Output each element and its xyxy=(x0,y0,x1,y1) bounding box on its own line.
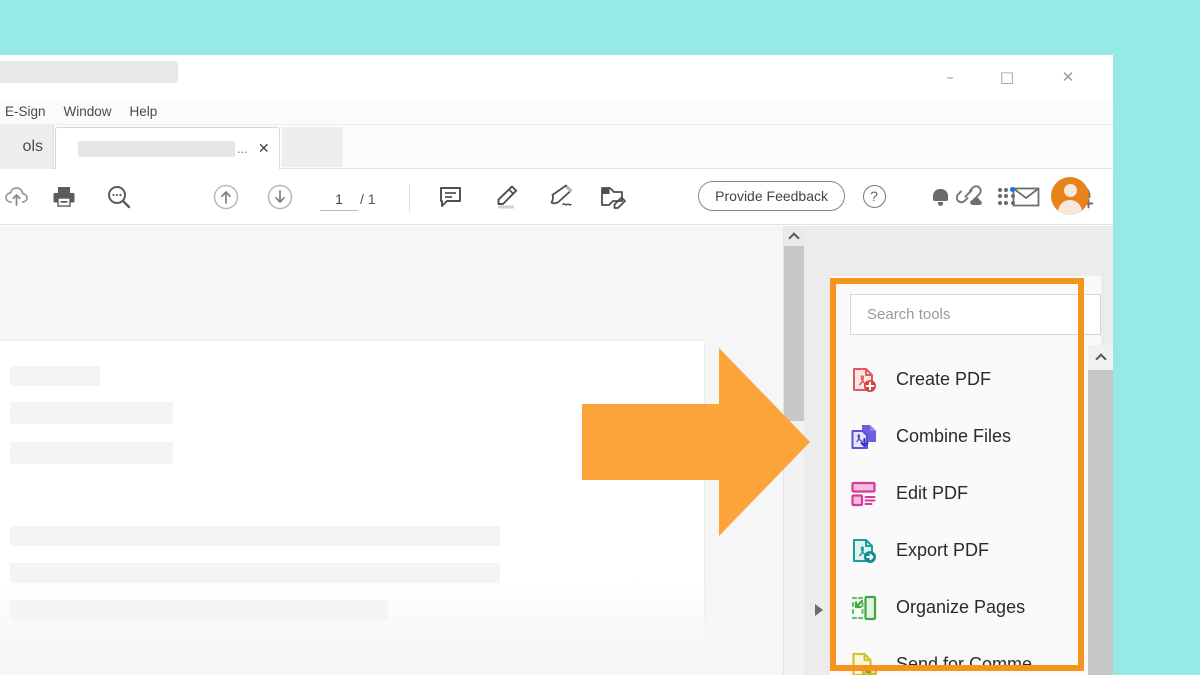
bell-glyph xyxy=(933,188,948,204)
tab-close-icon[interactable]: ✕ xyxy=(258,140,270,157)
app-switcher-icon[interactable] xyxy=(989,179,1023,213)
content-placeholder-line xyxy=(10,600,388,620)
edit-pdf-icon xyxy=(850,480,878,508)
chevron-up-icon xyxy=(788,232,799,243)
save-to-cloud-icon[interactable] xyxy=(0,169,39,225)
avatar-glyph xyxy=(1051,177,1089,215)
tab-background-strip xyxy=(282,127,342,167)
content-placeholder-line xyxy=(10,402,173,424)
provide-feedback-label: Provide Feedback xyxy=(715,188,828,204)
tab-document[interactable]: ... ✕ xyxy=(55,127,280,169)
menu-bar: E-Sign Window Help xyxy=(0,99,1113,125)
page-number-value: 1 xyxy=(335,191,343,207)
tool-item-label: Organize Pages xyxy=(896,597,1025,618)
chevron-up-icon xyxy=(1095,353,1106,364)
create-pdf-icon xyxy=(850,366,878,394)
tab-tools-label: ols xyxy=(23,138,43,156)
combine-files-icon xyxy=(850,423,878,451)
provide-feedback-button[interactable]: Provide Feedback xyxy=(698,181,845,211)
page-separator: / xyxy=(360,191,364,207)
app-grid-glyph xyxy=(998,188,1015,205)
tab-document-title-placeholder xyxy=(78,141,235,157)
maximize-button[interactable]: □ xyxy=(984,55,1030,99)
tool-item-label: Combine Files xyxy=(896,426,1011,447)
content-placeholder-line xyxy=(10,526,500,546)
tools-rail: Search tools Create PDF xyxy=(804,226,1113,675)
print-icon[interactable] xyxy=(42,169,86,225)
application-window: – □ ✕ E-Sign Window Help ols ... ✕ Provi… xyxy=(0,55,1113,675)
next-page-icon[interactable] xyxy=(258,169,302,225)
scroll-up-button[interactable] xyxy=(784,226,804,246)
tool-item-label: Send for Comme... xyxy=(896,654,1047,675)
content-placeholder-line xyxy=(10,442,173,464)
export-pdf-icon xyxy=(850,537,878,565)
tab-bar: ols ... ✕ xyxy=(0,125,1113,169)
page-count: / 1 xyxy=(360,187,376,211)
send-for-comments-icon xyxy=(850,651,878,675)
toolbar-divider xyxy=(409,184,410,212)
tool-item-label: Edit PDF xyxy=(896,483,968,504)
window-title-placeholder xyxy=(0,61,178,83)
app-scroll-up-button[interactable] xyxy=(1088,345,1113,370)
application-scrollbar[interactable] xyxy=(1088,345,1113,675)
sign-icon[interactable] xyxy=(539,169,583,225)
menu-item-window[interactable]: Window xyxy=(55,99,121,125)
tab-document-ellipsis: ... xyxy=(237,141,248,156)
avatar[interactable] xyxy=(1051,177,1089,215)
close-button[interactable]: ✕ xyxy=(1045,55,1091,99)
tool-item-send-for-comments[interactable]: Send for Comme... xyxy=(850,641,1101,675)
bell-icon[interactable] xyxy=(923,179,957,213)
zoom-search-icon[interactable] xyxy=(97,169,141,225)
arrow-annotation xyxy=(582,348,810,536)
help-question-glyph: ? xyxy=(863,185,886,208)
tool-item-edit-pdf[interactable]: Edit PDF xyxy=(850,470,1101,517)
organize-pages-icon xyxy=(850,594,878,622)
page-total-value: 1 xyxy=(368,191,376,207)
tool-item-label: Create PDF xyxy=(896,369,991,390)
tool-item-combine-files[interactable]: Combine Files xyxy=(850,413,1101,460)
content-placeholder-line xyxy=(10,563,500,583)
page-number-input[interactable]: 1 xyxy=(320,187,358,211)
tools-pane: Search tools Create PDF xyxy=(830,276,1101,675)
help-icon[interactable]: ? xyxy=(857,179,891,213)
search-tools-input[interactable]: Search tools xyxy=(850,294,1101,335)
content-placeholder-line xyxy=(10,366,100,386)
comment-icon[interactable] xyxy=(429,169,473,225)
close-icon: ✕ xyxy=(1062,70,1075,85)
minimize-button[interactable]: – xyxy=(927,55,973,99)
tool-item-export-pdf[interactable]: Export PDF xyxy=(850,527,1101,574)
app-scrollbar-thumb[interactable] xyxy=(1088,370,1113,675)
minimize-icon: – xyxy=(946,70,954,85)
title-bar: – □ ✕ xyxy=(0,55,1113,99)
highlight-icon[interactable] xyxy=(484,169,528,225)
search-tools-placeholder: Search tools xyxy=(867,306,950,323)
menu-item-help[interactable]: Help xyxy=(121,99,167,125)
tool-item-create-pdf[interactable]: Create PDF xyxy=(850,356,1101,403)
chevron-right-icon xyxy=(815,604,823,616)
rail-expander-button[interactable] xyxy=(812,601,826,619)
previous-page-icon[interactable] xyxy=(204,169,248,225)
tool-item-label: Export PDF xyxy=(896,540,989,561)
tab-tools[interactable]: ols xyxy=(0,125,54,169)
maximize-icon: □ xyxy=(1000,70,1014,85)
menu-item-esign[interactable]: E-Sign xyxy=(0,99,55,125)
fill-and-sign-icon[interactable] xyxy=(592,169,636,225)
tool-item-organize-pages[interactable]: Organize Pages xyxy=(850,584,1101,631)
